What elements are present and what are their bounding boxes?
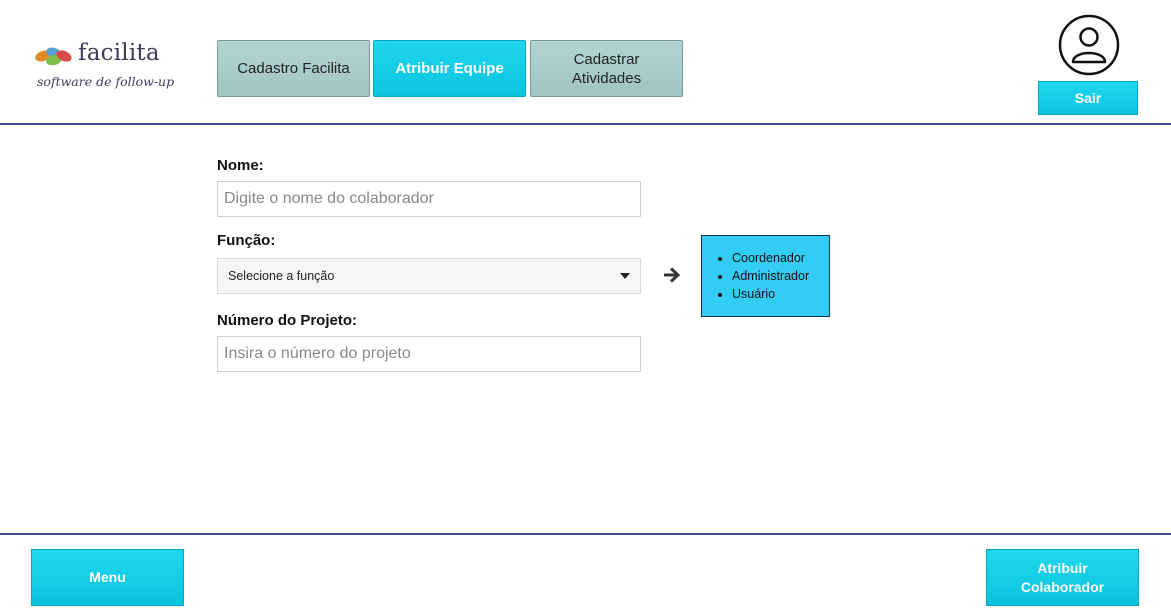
option-usuario[interactable]: Usuário — [732, 285, 829, 303]
funcao-select[interactable]: Selecione a função — [217, 258, 641, 294]
app-window: facilita software de follow-up Cadastro … — [0, 0, 1171, 609]
atribuir-colaborador-button[interactable]: Atribuir Colaborador — [986, 549, 1139, 606]
logout-button[interactable]: Sair — [1038, 81, 1138, 115]
tab-cadastrar-atividades[interactable]: Cadastrar Atividades — [530, 40, 683, 97]
funcao-options-box: Coordenador Administrador Usuário — [701, 235, 830, 317]
user-avatar-icon[interactable] — [1058, 14, 1120, 76]
projeto-label: Número do Projeto: — [217, 312, 358, 329]
menu-button[interactable]: Menu — [31, 549, 184, 606]
funcao-label: Função: — [217, 232, 276, 249]
logo-mark-icon — [35, 47, 72, 66]
funcao-options-list: Coordenador Administrador Usuário — [718, 249, 829, 303]
projeto-input[interactable] — [217, 336, 641, 372]
arrow-right-icon — [664, 267, 681, 283]
nome-input[interactable] — [217, 181, 641, 217]
caret-down-icon — [620, 273, 630, 279]
facilita-logo: facilita software de follow-up — [34, 40, 184, 96]
logo-tagline: software de follow-up — [37, 74, 175, 89]
nome-label: Nome: — [217, 157, 264, 174]
header-divider — [0, 123, 1171, 125]
option-coordenador[interactable]: Coordenador — [732, 249, 829, 267]
logo-name: facilita — [78, 40, 160, 66]
tab-atribuir-equipe[interactable]: Atribuir Equipe — [373, 40, 526, 97]
option-administrador[interactable]: Administrador — [732, 267, 829, 285]
funcao-selected-value: Selecione a função — [228, 269, 335, 283]
footer-divider — [0, 533, 1171, 535]
tab-cadastro-facilita[interactable]: Cadastro Facilita — [217, 40, 370, 97]
